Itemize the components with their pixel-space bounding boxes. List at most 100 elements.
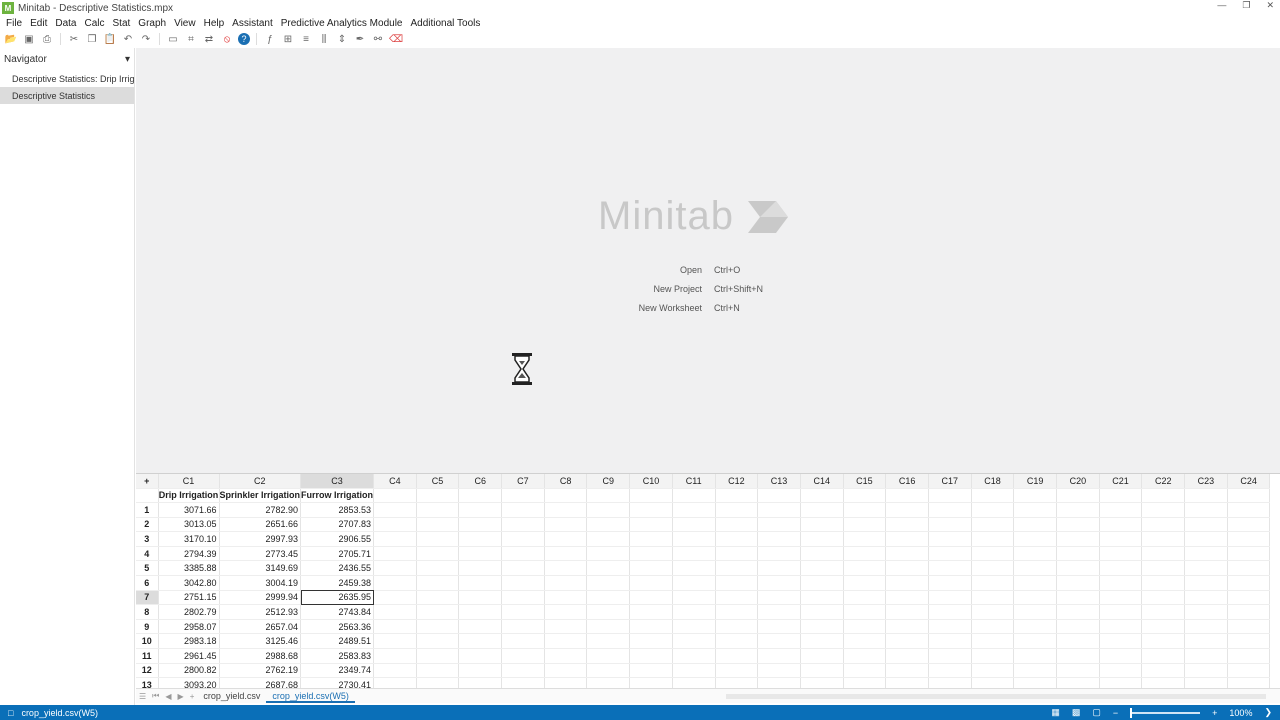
zoom-thumb[interactable]	[1130, 707, 1133, 718]
copy-icon[interactable]: ❐	[85, 32, 99, 46]
data-cell[interactable]	[757, 575, 801, 591]
column-name-cell[interactable]: Sprinkler Irrigation	[219, 488, 302, 504]
data-cell[interactable]	[885, 663, 929, 679]
data-cell[interactable]	[1227, 619, 1271, 635]
data-cell[interactable]	[672, 648, 716, 664]
data-cell[interactable]	[928, 560, 972, 577]
column-header[interactable]: C24	[1227, 474, 1271, 489]
data-cell[interactable]	[1099, 531, 1143, 547]
column-name-cell[interactable]	[373, 488, 417, 504]
data-cell[interactable]	[1141, 517, 1186, 533]
column-name-cell[interactable]: Furrow Irrigation	[300, 488, 375, 504]
data-cell[interactable]	[1099, 633, 1143, 650]
select-all-corner[interactable]: +	[136, 474, 159, 489]
quick-link-label[interactable]: Open	[680, 265, 702, 275]
data-cell[interactable]	[416, 604, 460, 620]
data-cell[interactable]	[800, 575, 844, 591]
data-cell[interactable]	[800, 517, 844, 533]
data-cell[interactable]	[1184, 546, 1228, 562]
link-icon[interactable]: ⚯	[371, 32, 385, 46]
column-name-cell[interactable]	[1227, 488, 1271, 504]
data-cell[interactable]: 2958.07	[158, 619, 220, 635]
data-cell[interactable]	[672, 502, 716, 518]
data-cell[interactable]	[586, 619, 631, 635]
minimize-icon[interactable]: —	[1217, 0, 1226, 11]
data-cell[interactable]	[1184, 590, 1228, 606]
quick-link-label[interactable]: New Project	[653, 284, 702, 294]
data-cell[interactable]: 2635.95	[300, 590, 375, 606]
column-header[interactable]: C12	[715, 474, 759, 489]
column-header[interactable]: C1	[158, 474, 220, 489]
data-cell[interactable]	[1013, 619, 1058, 635]
data-cell[interactable]	[416, 619, 460, 635]
data-cell[interactable]	[629, 502, 673, 518]
column-name-cell[interactable]	[843, 488, 887, 504]
print-icon[interactable]: ⎙	[40, 32, 54, 46]
data-cell[interactable]	[885, 560, 929, 577]
data-cell[interactable]	[416, 517, 460, 533]
data-cell[interactable]	[800, 677, 844, 688]
data-cell[interactable]	[800, 531, 844, 547]
data-cell[interactable]: 2687.68	[219, 677, 302, 688]
data-cell[interactable]	[1013, 590, 1058, 606]
data-cell[interactable]	[1013, 517, 1058, 533]
data-cell[interactable]	[885, 590, 929, 606]
data-cell[interactable]	[1056, 619, 1100, 635]
column-header[interactable]: C21	[1099, 474, 1143, 489]
data-cell[interactable]	[928, 575, 972, 591]
paste-icon[interactable]: 📋	[103, 32, 117, 46]
column-header[interactable]: C18	[971, 474, 1015, 489]
data-cell[interactable]	[843, 517, 887, 533]
data-cell[interactable]	[1227, 604, 1271, 620]
restore-icon[interactable]: ❐	[1242, 0, 1250, 11]
data-cell[interactable]: 2999.94	[219, 590, 302, 606]
row-number[interactable]: 12	[136, 663, 159, 679]
data-cell[interactable]	[586, 575, 631, 591]
data-cell[interactable]	[928, 590, 972, 606]
fx-icon[interactable]: ƒ	[263, 32, 277, 46]
data-cell[interactable]	[800, 560, 844, 577]
data-cell[interactable]	[1056, 633, 1100, 650]
data-cell[interactable]	[1141, 619, 1186, 635]
data-cell[interactable]	[1227, 517, 1271, 533]
data-cell[interactable]	[715, 575, 759, 591]
menu-edit[interactable]: Edit	[30, 18, 47, 29]
data-cell[interactable]	[1141, 604, 1186, 620]
row-number[interactable]: 10	[136, 633, 159, 650]
data-cell[interactable]	[800, 633, 844, 650]
data-cell[interactable]	[373, 663, 417, 679]
data-cell[interactable]	[501, 502, 545, 518]
next-sheet-icon[interactable]: ▶	[178, 692, 184, 701]
data-cell[interactable]	[800, 648, 844, 664]
data-cell[interactable]	[1013, 677, 1058, 688]
column-name-cell[interactable]	[586, 488, 631, 504]
column-name-cell[interactable]: Drip Irrigation	[158, 488, 220, 504]
data-cell[interactable]	[971, 648, 1015, 664]
navigator-item[interactable]: Descriptive Statistics: Drip Irrig...	[0, 70, 134, 87]
data-cell[interactable]	[1141, 663, 1186, 679]
column-name-cell[interactable]	[416, 488, 460, 504]
data-cell[interactable]	[1099, 663, 1143, 679]
data-cell[interactable]	[586, 663, 631, 679]
data-cell[interactable]	[586, 502, 631, 518]
data-cell[interactable]: 2782.90	[219, 502, 302, 518]
data-cell[interactable]	[544, 546, 588, 562]
data-cell[interactable]	[800, 663, 844, 679]
data-cell[interactable]	[1099, 604, 1143, 620]
data-cell[interactable]	[629, 663, 673, 679]
data-cell[interactable]	[843, 575, 887, 591]
data-cell[interactable]	[715, 604, 759, 620]
data-cell[interactable]	[1184, 560, 1228, 577]
data-cell[interactable]	[458, 633, 503, 650]
data-cell[interactable]	[1227, 502, 1271, 518]
column-header[interactable]: C11	[672, 474, 716, 489]
data-cell[interactable]: 3170.10	[158, 531, 220, 547]
data-cell[interactable]	[715, 590, 759, 606]
prev-sheet-icon[interactable]: ◀	[165, 692, 171, 701]
data-cell[interactable]	[1184, 531, 1228, 547]
zoom-slider[interactable]	[1130, 707, 1201, 718]
data-cell[interactable]	[715, 648, 759, 664]
data-cell[interactable]	[501, 648, 545, 664]
data-cell[interactable]	[373, 619, 417, 635]
data-cell[interactable]	[672, 575, 716, 591]
